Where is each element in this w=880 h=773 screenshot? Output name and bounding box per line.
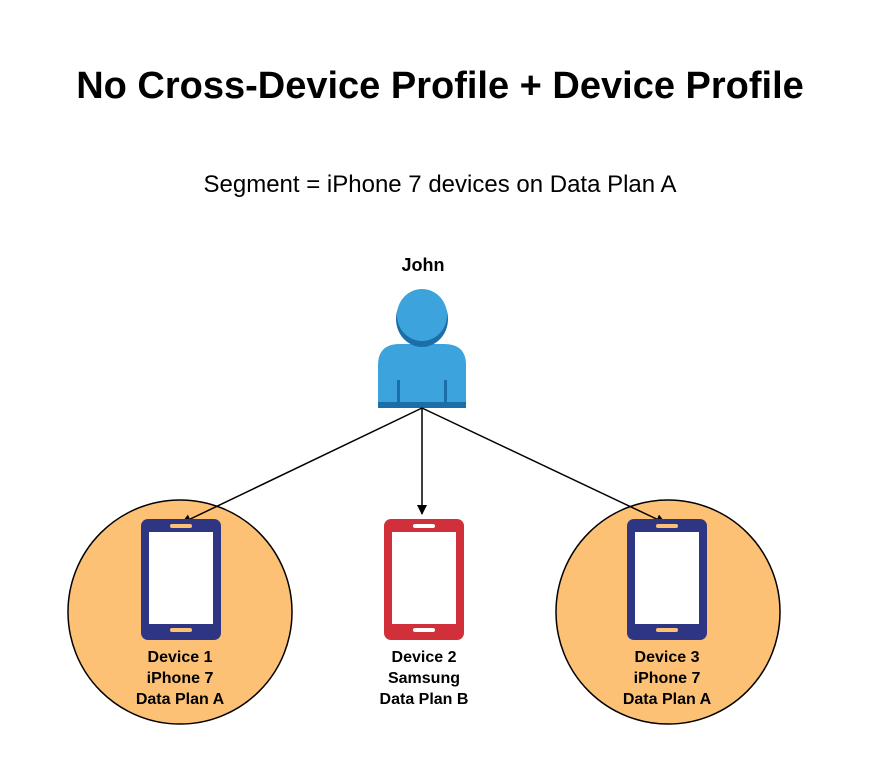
- device-2-label: Device 2 Samsung Data Plan B: [344, 647, 504, 710]
- device-model: iPhone 7: [633, 670, 701, 687]
- phone-icon: [384, 519, 464, 640]
- device-data-plan: Data Plan A: [135, 691, 225, 708]
- connector-device-3: [421, 407, 666, 524]
- person-icon: [378, 289, 466, 408]
- device-data-plan: Data Plan A: [622, 691, 712, 708]
- user-name: John: [401, 255, 445, 275]
- device-model: iPhone 7: [146, 670, 214, 687]
- phone-icon: [627, 519, 707, 640]
- device-name: Device 2: [391, 649, 457, 666]
- connector-device-1: [181, 407, 423, 524]
- device-data-plan: Data Plan B: [379, 691, 469, 708]
- device-3-label: Device 3 iPhone 7 Data Plan A: [587, 647, 747, 710]
- device-model: Samsung: [387, 670, 460, 687]
- phone-icon: [141, 519, 221, 640]
- device-name: Device 3: [634, 649, 700, 666]
- device-name: Device 1: [147, 649, 213, 666]
- device-1-label: Device 1 iPhone 7 Data Plan A: [100, 647, 260, 710]
